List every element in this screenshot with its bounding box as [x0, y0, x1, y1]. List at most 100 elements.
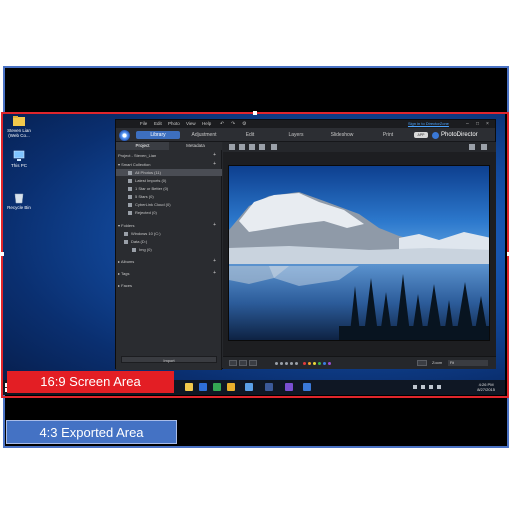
network-icon[interactable]: [421, 385, 425, 389]
add-icon[interactable]: +: [213, 161, 216, 168]
flag-reject-button[interactable]: [239, 360, 247, 366]
collection-item[interactable]: 1 Star or Better (0): [116, 185, 222, 192]
maximize-button[interactable]: □: [476, 121, 479, 127]
redo-icon[interactable]: ↷: [231, 121, 235, 127]
close-button[interactable]: ×: [486, 121, 489, 127]
folder-item[interactable]: Img (0): [116, 246, 222, 253]
rating-star-icon[interactable]: [295, 362, 298, 365]
tray-icon[interactable]: [413, 385, 417, 389]
resize-handle[interactable]: [0, 252, 4, 256]
color-label-blue[interactable]: [323, 362, 326, 365]
desktop-icon-this-pc[interactable]: This PC: [4, 150, 34, 168]
volume-icon[interactable]: [429, 385, 433, 389]
menu-photo[interactable]: Photo: [168, 121, 180, 126]
zoom-select[interactable]: Fit: [448, 360, 488, 366]
rating-star-icon[interactable]: [280, 362, 283, 365]
tab-slideshow[interactable]: Slideshow: [320, 131, 364, 139]
brand-icon: [432, 132, 439, 139]
collection-icon: [128, 170, 132, 175]
flag-clear-button[interactable]: [249, 360, 257, 366]
collection-item[interactable]: CyberLink Cloud (0): [116, 201, 222, 208]
thumbnail-view-icon[interactable]: [229, 144, 235, 150]
menu-file[interactable]: File: [140, 121, 147, 126]
color-label-purple[interactable]: [328, 362, 331, 365]
desktop-icon-user-folder[interactable]: Steven Lian (Web Co...: [4, 115, 34, 138]
faces-header[interactable]: ▸ Faces: [116, 282, 222, 289]
view-toolbar: [223, 142, 496, 152]
grid-view-icon[interactable]: [249, 144, 255, 150]
display-options-icon[interactable]: [271, 144, 277, 150]
compare-view-icon[interactable]: [259, 144, 265, 150]
add-icon[interactable]: +: [213, 152, 216, 159]
exported-area-label: 4:3 Exported Area: [6, 420, 177, 444]
rating-star-icon[interactable]: [290, 362, 293, 365]
store-icon[interactable]: [213, 383, 221, 391]
collection-item[interactable]: Rejected (0): [116, 209, 222, 216]
viewer-icon[interactable]: [239, 144, 245, 150]
pan-hand-icon[interactable]: [481, 144, 487, 150]
add-icon[interactable]: +: [213, 258, 216, 265]
collection-item[interactable]: Latest Imports (0): [116, 177, 222, 184]
language-icon[interactable]: [437, 385, 441, 389]
app-icon[interactable]: [245, 383, 253, 391]
app-icon[interactable]: [265, 383, 273, 391]
mountain-lake-image: [229, 166, 489, 340]
import-button[interactable]: Import: [121, 356, 217, 363]
rating-star-icon[interactable]: [275, 362, 278, 365]
viewer-bottom-bar: Zoom Fit: [223, 356, 496, 369]
tab-edit[interactable]: Edit: [228, 131, 272, 139]
collection-icon: [128, 210, 132, 215]
drive-icon: [124, 239, 128, 244]
color-label-yellow[interactable]: [313, 362, 316, 365]
search-icon[interactable]: [469, 144, 475, 150]
rating-star-icon[interactable]: [285, 362, 288, 365]
color-label-green[interactable]: [318, 362, 321, 365]
collection-item[interactable]: All Photos (11): [116, 169, 222, 176]
tab-project[interactable]: Project: [116, 142, 169, 150]
menu-bar: File Edit Photo View Help ↶ ↷ ⚙ Sign in …: [116, 120, 495, 128]
albums-header[interactable]: ▸ Albums +: [116, 258, 222, 265]
color-label-red[interactable]: [303, 362, 306, 365]
folder-item[interactable]: Data (D:): [116, 238, 222, 245]
tab-layers[interactable]: Layers: [274, 131, 318, 139]
file-explorer-icon[interactable]: [185, 383, 193, 391]
menu-view[interactable]: View: [186, 121, 196, 126]
signin-link[interactable]: Sign in to DirectorZone: [408, 121, 449, 126]
tab-adjustment[interactable]: Adjustment: [182, 131, 226, 139]
folders-header[interactable]: ▾ Folders +: [116, 222, 222, 229]
tags-header[interactable]: ▸ Tags +: [116, 270, 222, 277]
user-folder-icon: [13, 116, 25, 126]
app-badge[interactable]: APP: [414, 132, 428, 138]
add-icon[interactable]: +: [213, 222, 216, 229]
desktop-icon-recycle-bin[interactable]: Recycle Bin: [4, 192, 34, 210]
project-title-row: Project - Steven_Lian +: [116, 152, 222, 159]
view-mode-icon[interactable]: [417, 360, 427, 366]
resize-handle[interactable]: [507, 252, 511, 256]
collection-icon: [128, 202, 132, 207]
menu-edit[interactable]: Edit: [154, 121, 162, 126]
app-icon[interactable]: [285, 383, 293, 391]
tab-metadata[interactable]: Metadata: [169, 142, 222, 150]
tab-library[interactable]: Library: [136, 131, 180, 139]
settings-icon[interactable]: ⚙: [242, 121, 246, 127]
tab-print[interactable]: Print: [366, 131, 410, 139]
photo-viewer: [223, 152, 496, 356]
menu-help[interactable]: Help: [202, 121, 211, 126]
recycle-bin-icon: [14, 193, 24, 204]
folder-icon: [132, 247, 136, 252]
color-label-orange[interactable]: [308, 362, 311, 365]
collection-item[interactable]: 5 Stars (0): [116, 193, 222, 200]
smart-collection-header[interactable]: ▾ Smart Collection +: [116, 161, 222, 168]
add-icon[interactable]: +: [213, 270, 216, 277]
minimize-button[interactable]: –: [466, 121, 469, 127]
zoom-label: Zoom: [432, 360, 443, 365]
taskbar-clock[interactable]: 4:26 PM 8/27/2015: [477, 382, 495, 392]
edge-browser-icon[interactable]: [199, 383, 207, 391]
resize-handle[interactable]: [253, 111, 257, 115]
landscape-photo[interactable]: [228, 165, 490, 341]
flag-pick-button[interactable]: [229, 360, 237, 366]
undo-icon[interactable]: ↶: [220, 121, 224, 127]
chrome-icon[interactable]: [227, 383, 235, 391]
photodirector-taskbar-icon[interactable]: [303, 383, 311, 391]
folder-item[interactable]: Windows 10 (C:): [116, 230, 222, 237]
